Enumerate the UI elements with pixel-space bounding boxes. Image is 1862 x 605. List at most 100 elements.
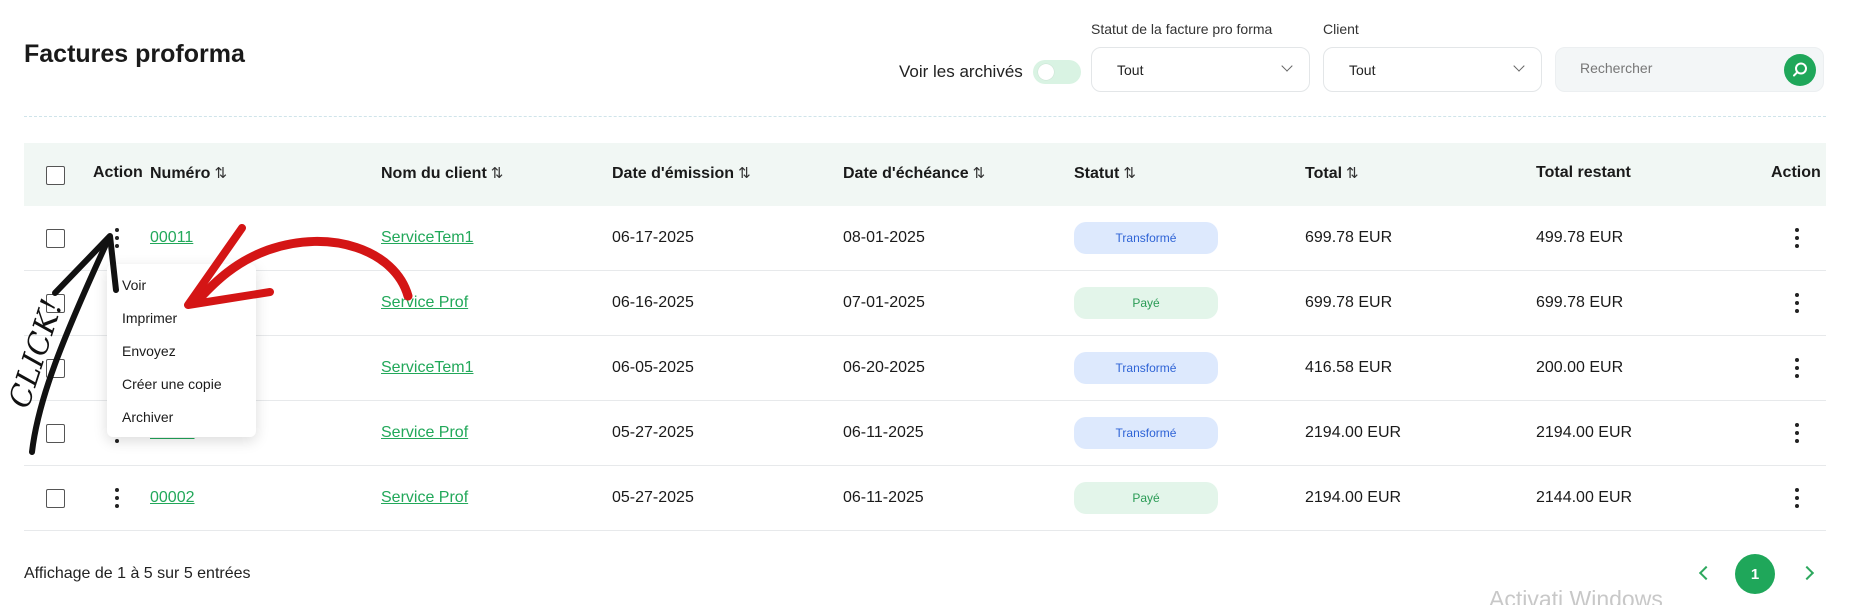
client-name-link[interactable]: Service Prof [381, 424, 468, 442]
row-checkbox[interactable] [46, 424, 65, 443]
remaining-amount: 499.78 EUR [1536, 229, 1624, 246]
client-name-link[interactable]: ServiceTem1 [381, 229, 473, 247]
status-badge: Transformé [1074, 417, 1218, 449]
client-filter-select[interactable]: Tout [1323, 47, 1542, 92]
search-box [1555, 47, 1824, 92]
status-badge: Payé [1074, 482, 1218, 514]
row-checkbox[interactable] [46, 229, 65, 248]
invoice-number-link[interactable]: 00002 [150, 489, 195, 507]
status-filter-value: Tout [1117, 61, 1144, 78]
pagination-next-icon[interactable] [1799, 565, 1815, 581]
table-row: 00002 Service Prof 05-27-2025 06-11-2025… [24, 466, 1826, 531]
header-total[interactable]: Total ⇅ [1305, 164, 1359, 183]
toggle-knob [1037, 64, 1054, 80]
entries-info: Affichage de 1 à 5 sur 5 entrées [24, 565, 251, 582]
row-action-menu-icon[interactable] [1794, 423, 1800, 443]
row-checkbox[interactable] [46, 489, 65, 508]
client-filter-value: Tout [1349, 61, 1376, 78]
row-checkbox[interactable] [46, 359, 65, 378]
search-input[interactable] [1580, 60, 1770, 76]
emission-date: 06-17-2025 [612, 229, 694, 246]
menu-item-archiver[interactable]: Archiver [122, 409, 173, 425]
header-total-label: Total [1305, 165, 1343, 182]
row-action-menu-icon[interactable] [1794, 358, 1800, 378]
table-row: 00009 ServiceTem1 06-05-2025 06-20-2025 … [24, 336, 1826, 401]
select-all-checkbox[interactable] [46, 166, 65, 185]
emission-date: 05-27-2025 [612, 489, 694, 506]
header-numero-label: Numéro [150, 165, 211, 182]
header-numero[interactable]: Numéro ⇅ [150, 164, 227, 183]
table-row: 00010 Service Prof 06-16-2025 07-01-2025… [24, 271, 1826, 336]
page-title: Factures proforma [24, 40, 245, 68]
header-emission-label: Date d'émission [612, 165, 735, 182]
header-echeance[interactable]: Date d'échéance ⇅ [843, 164, 985, 183]
header-action-left: Action [93, 164, 143, 181]
header-emission[interactable]: Date d'émission ⇅ [612, 164, 751, 183]
sort-icon: ⇅ [1123, 165, 1136, 182]
sort-icon: ⇅ [490, 165, 504, 182]
menu-item-voir[interactable]: Voir [122, 277, 146, 293]
emission-date: 06-16-2025 [612, 294, 694, 311]
menu-item-envoyez[interactable]: Envoyez [122, 343, 176, 359]
remaining-amount: 2194.00 EUR [1536, 424, 1633, 441]
due-date: 06-20-2025 [843, 359, 925, 376]
archive-toggle-label: Voir les archivés [899, 62, 1023, 81]
total-amount: 699.78 EUR [1305, 294, 1393, 311]
row-action-menu-icon[interactable] [114, 488, 120, 508]
emission-date: 06-05-2025 [612, 359, 694, 376]
search-icon [1793, 62, 1807, 77]
header-statut[interactable]: Statut ⇅ [1074, 164, 1136, 183]
status-badge: Payé [1074, 287, 1218, 319]
chevron-down-icon [1281, 60, 1293, 72]
remaining-amount: 699.78 EUR [1536, 294, 1624, 311]
due-date: 06-11-2025 [843, 424, 924, 441]
header-client[interactable]: Nom du client ⇅ [381, 164, 503, 183]
chevron-down-icon [1513, 60, 1525, 72]
archive-filter: Voir les archivés [899, 60, 1081, 84]
sort-icon: ⇅ [972, 165, 986, 182]
status-badge: Transformé [1074, 352, 1218, 384]
table-header: Action Numéro ⇅ Nom du client ⇅ Date d'émi… [24, 143, 1826, 206]
due-date: 06-11-2025 [843, 489, 924, 506]
status-badge: Transformé [1074, 222, 1218, 254]
header-statut-label: Statut [1074, 165, 1120, 182]
remaining-amount: 2144.00 EUR [1536, 489, 1633, 506]
sort-icon: ⇅ [214, 165, 228, 182]
archive-toggle[interactable] [1032, 60, 1081, 84]
row-checkbox[interactable] [46, 294, 65, 313]
row-action-menu-icon[interactable] [1794, 228, 1800, 248]
remaining-amount: 200.00 EUR [1536, 359, 1624, 376]
table-row: 00011 ServiceTem1 06-17-2025 08-01-2025 … [24, 206, 1826, 271]
total-amount: 699.78 EUR [1305, 229, 1393, 246]
row-action-dropdown: Voir Imprimer Envoyez Créer une copie Ar… [107, 264, 256, 437]
header-echeance-label: Date d'échéance [843, 165, 969, 182]
total-amount: 2194.00 EUR [1305, 424, 1402, 441]
sort-icon: ⇅ [1346, 165, 1359, 182]
header-client-label: Nom du client [381, 165, 487, 182]
row-action-menu-icon[interactable] [114, 228, 120, 248]
due-date: 07-01-2025 [843, 294, 925, 311]
client-filter-label: Client [1323, 21, 1359, 37]
windows-watermark: Activati Windows [1489, 586, 1663, 605]
emission-date: 05-27-2025 [612, 424, 694, 441]
client-name-link[interactable]: Service Prof [381, 294, 468, 312]
row-action-menu-icon[interactable] [1794, 488, 1800, 508]
search-button[interactable] [1784, 54, 1816, 86]
status-filter-label: Statut de la facture pro forma [1091, 21, 1273, 37]
status-filter-select[interactable]: Tout [1091, 47, 1310, 92]
total-amount: 2194.00 EUR [1305, 489, 1402, 506]
pagination-page-current[interactable]: 1 [1735, 554, 1775, 594]
client-name-link[interactable]: Service Prof [381, 489, 468, 507]
client-name-link[interactable]: ServiceTem1 [381, 359, 473, 377]
header-action-right: Action [1771, 164, 1821, 181]
header-restant: Total restant [1536, 164, 1631, 181]
invoice-number-link[interactable]: 00011 [150, 229, 193, 247]
divider [24, 116, 1826, 117]
pagination-prev-icon[interactable] [1698, 565, 1714, 581]
row-action-menu-icon[interactable] [1794, 293, 1800, 313]
due-date: 08-01-2025 [843, 229, 925, 246]
total-amount: 416.58 EUR [1305, 359, 1393, 376]
menu-item-imprimer[interactable]: Imprimer [122, 310, 177, 326]
menu-item-creer-copie[interactable]: Créer une copie [122, 376, 222, 392]
sort-icon: ⇅ [738, 165, 751, 182]
